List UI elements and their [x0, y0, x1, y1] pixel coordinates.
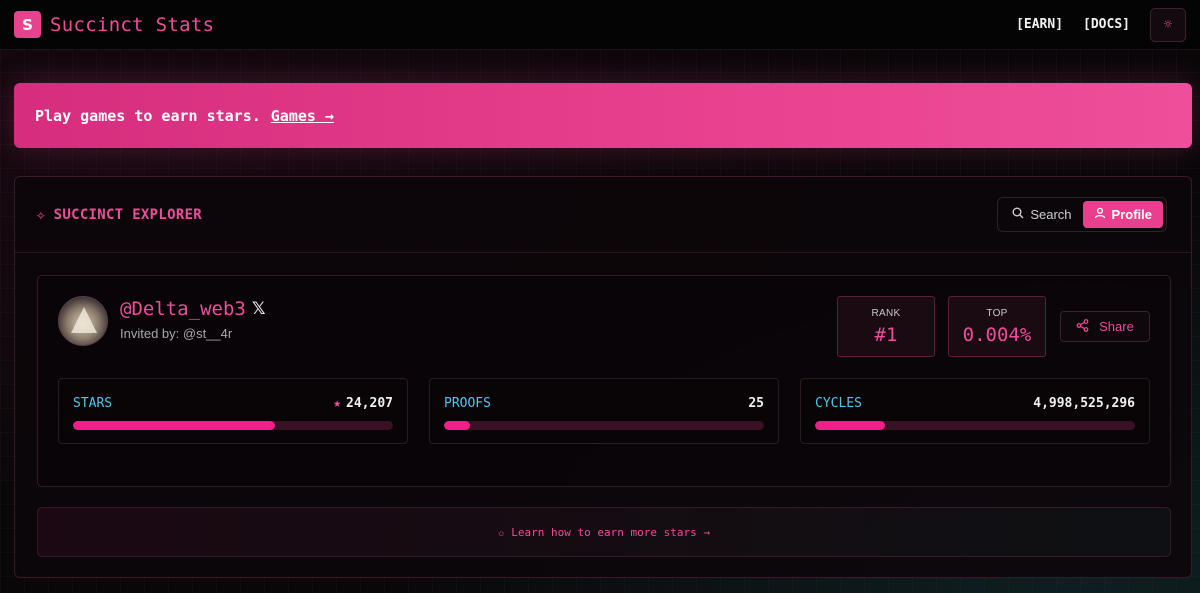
- tab-profile-label: Profile: [1111, 207, 1152, 222]
- tab-search[interactable]: Search: [1001, 201, 1082, 228]
- user-icon: [1094, 207, 1106, 222]
- profile-card: @Delta_web3 𝕏 Invited by: @st__4r RANK #…: [37, 275, 1171, 487]
- metric-proofs-label: PROOFS: [444, 396, 491, 411]
- share-label: Share: [1099, 319, 1134, 334]
- brand[interactable]: S Succinct Stats: [14, 11, 214, 38]
- banner-text: Play games to earn stars.: [35, 106, 261, 125]
- rank-label: RANK: [871, 308, 901, 319]
- metric-stars-value: ★ 24,207: [333, 396, 393, 411]
- top-header: S Succinct Stats [EARN] [DOCS] ☼: [0, 0, 1200, 50]
- handle-row: @Delta_web3 𝕏: [120, 298, 266, 320]
- top-box: TOP 0.004%: [948, 296, 1046, 357]
- explorer-header: ✧ SUCCINCT EXPLORER Search Profile: [15, 177, 1191, 253]
- cycles-progress-track: [815, 421, 1135, 430]
- x-icon[interactable]: 𝕏: [252, 299, 266, 319]
- nav-docs-link[interactable]: [DOCS]: [1083, 17, 1130, 32]
- banner-games-link[interactable]: Games →: [271, 107, 334, 125]
- metric-proofs: PROOFS 25: [429, 378, 779, 444]
- explorer-panel: ✧ SUCCINCT EXPLORER Search Profile @Delt…: [14, 176, 1192, 578]
- metric-proofs-value: 25: [748, 396, 764, 411]
- sun-icon: ☼: [1163, 16, 1173, 33]
- tab-profile[interactable]: Profile: [1082, 201, 1163, 228]
- stars-progress-track: [73, 421, 393, 430]
- search-icon: [1012, 207, 1024, 222]
- profile-handle[interactable]: @Delta_web3: [120, 298, 246, 320]
- metric-cycles-value: 4,998,525,296: [1033, 396, 1135, 411]
- brand-logo: S: [14, 11, 41, 38]
- proofs-progress-track: [444, 421, 764, 430]
- metric-stars-number: 24,207: [346, 396, 393, 411]
- brand-title: Succinct Stats: [50, 13, 215, 36]
- share-icon: [1076, 318, 1089, 335]
- nav-earn-link[interactable]: [EARN]: [1016, 17, 1063, 32]
- learn-more-link[interactable]: ✩ Learn how to earn more stars →: [37, 507, 1171, 557]
- rank-value: #1: [874, 324, 898, 346]
- proofs-progress-fill: [444, 421, 470, 430]
- avatar-image: [71, 307, 97, 333]
- top-label: TOP: [986, 308, 1008, 319]
- top-value: 0.004%: [962, 324, 1032, 346]
- metric-stars-label: STARS: [73, 396, 113, 411]
- learn-more-text: ✩ Learn how to earn more stars →: [498, 525, 710, 539]
- explorer-tabs: Search Profile: [997, 197, 1167, 232]
- explorer-title: ✧ SUCCINCT EXPLORER: [36, 205, 202, 224]
- metric-cycles: CYCLES 4,998,525,296: [800, 378, 1150, 444]
- sparkle-icon: ✧: [36, 205, 46, 224]
- stars-progress-fill: [73, 421, 275, 430]
- share-button[interactable]: Share: [1060, 311, 1150, 342]
- cycles-progress-fill: [815, 421, 886, 430]
- rank-box: RANK #1: [837, 296, 935, 357]
- invited-by: Invited by: @st__4r: [120, 326, 233, 341]
- promo-banner: Play games to earn stars. Games →: [14, 83, 1192, 148]
- metric-cycles-label: CYCLES: [815, 396, 862, 411]
- star-icon: ★: [333, 396, 342, 411]
- top-nav: [EARN] [DOCS] ☼: [1016, 7, 1186, 42]
- metric-stars: STARS ★ 24,207: [58, 378, 408, 444]
- tab-search-label: Search: [1030, 207, 1072, 222]
- avatar[interactable]: [58, 296, 108, 346]
- theme-toggle-button[interactable]: ☼: [1150, 7, 1186, 42]
- explorer-title-text: SUCCINCT EXPLORER: [53, 206, 203, 223]
